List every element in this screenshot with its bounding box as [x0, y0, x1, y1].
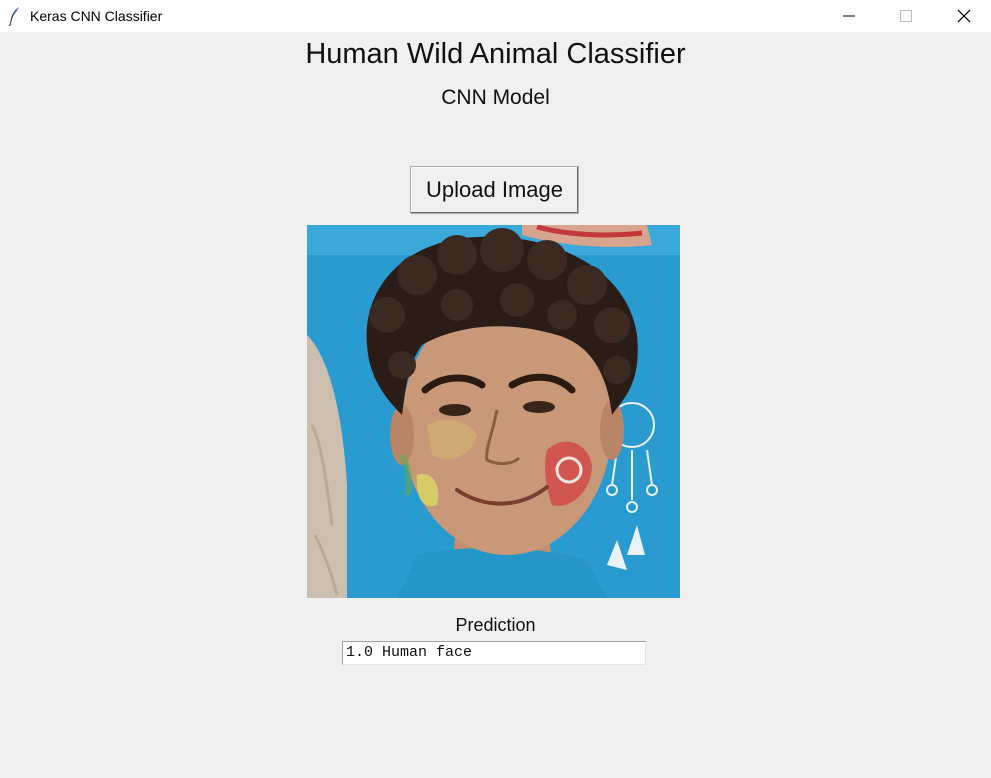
maximize-icon: [900, 10, 912, 22]
upload-image-button[interactable]: Upload Image: [410, 166, 579, 214]
uploaded-image: [307, 225, 680, 598]
feather-icon: [8, 6, 22, 27]
page-subtitle: CNN Model: [441, 86, 550, 109]
title-bar[interactable]: Keras CNN Classifier: [0, 0, 991, 32]
minimize-button[interactable]: [820, 0, 878, 32]
minimize-icon: [843, 15, 855, 17]
prediction-label: Prediction: [455, 615, 536, 635]
prediction-output-field[interactable]: 1.0 Human face: [342, 641, 646, 665]
close-icon: [957, 9, 971, 23]
close-button[interactable]: [935, 0, 991, 32]
window-title: Keras CNN Classifier: [30, 8, 163, 24]
maximize-button[interactable]: [877, 0, 935, 32]
page-title: Human Wild Animal Classifier: [305, 38, 686, 70]
